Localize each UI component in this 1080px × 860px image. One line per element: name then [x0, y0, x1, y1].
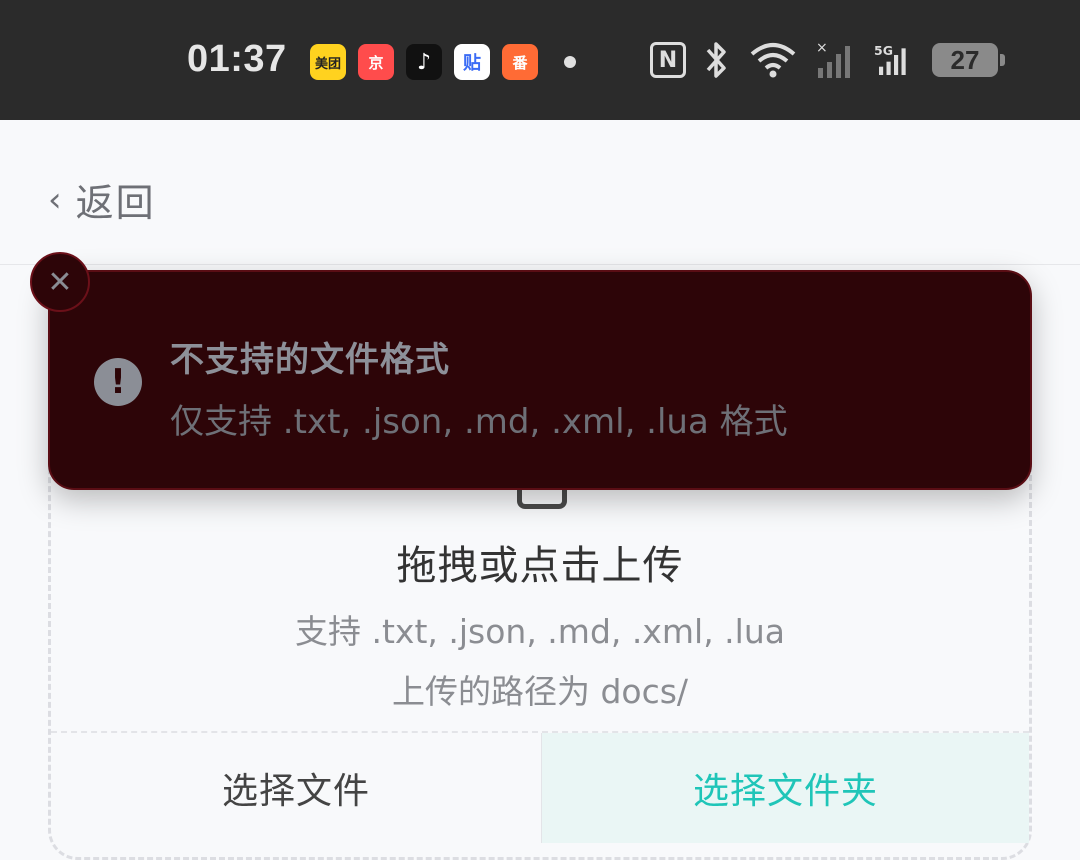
alert-icon: !	[94, 358, 142, 406]
upload-path-hint: 上传的路径为 docs/	[391, 672, 689, 711]
page-header: ‹ 返回	[0, 120, 1080, 265]
notification-app-icons: 美团 京 ♪ 贴 番	[310, 44, 576, 80]
more-notifications-dot-icon	[564, 56, 576, 68]
status-time: 01:37	[187, 38, 287, 80]
toast-close-button[interactable]: ✕	[30, 252, 90, 312]
signal-no-service-icon: ×	[816, 40, 856, 80]
close-icon: ✕	[47, 264, 73, 300]
wifi-icon	[748, 40, 798, 80]
toast-message: 仅支持 .txt, .json, .md, .xml, .lua 格式	[170, 402, 788, 442]
select-file-button[interactable]: 选择文件	[51, 733, 541, 843]
bluetooth-icon	[704, 40, 730, 80]
select-folder-button[interactable]: 选择文件夹	[541, 733, 1029, 843]
nfc-icon: N	[650, 42, 686, 78]
battery-level: 27	[950, 44, 980, 75]
upload-formats-hint: 支持 .txt, .json, .md, .xml, .lua	[295, 612, 785, 651]
meituan-app-icon: 美团	[310, 44, 346, 80]
status-bar: 01:37 美团 京 ♪ 贴 番 N × 5G 27	[0, 0, 1080, 120]
battery-icon: 27	[932, 43, 1005, 77]
toast-title: 不支持的文件格式	[170, 340, 450, 380]
chevron-left-icon: ‹	[48, 179, 62, 220]
jd-app-icon: 京	[358, 44, 394, 80]
signal-5g-icon: 5G	[874, 40, 914, 80]
back-label: 返回	[75, 181, 156, 225]
network-type-label: 5G	[874, 43, 893, 58]
system-icons: N × 5G 27	[650, 40, 1005, 80]
back-button[interactable]: ‹ 返回	[48, 172, 156, 227]
upload-title: 拖拽或点击上传	[396, 543, 684, 589]
error-toast: ! 不支持的文件格式 仅支持 .txt, .json, .md, .xml, .…	[48, 270, 1032, 490]
tiktok-app-icon: ♪	[406, 44, 442, 80]
tieba-app-icon: 贴	[454, 44, 490, 80]
svg-text:×: ×	[816, 40, 828, 56]
tomato-app-icon: 番	[502, 44, 538, 80]
